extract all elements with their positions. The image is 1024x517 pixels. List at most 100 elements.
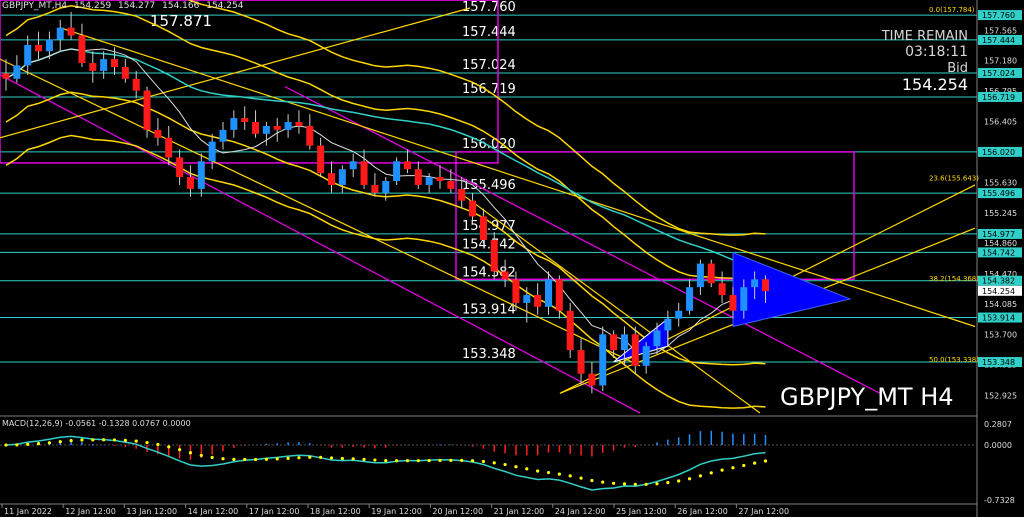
macd-signal-dot-32 bbox=[351, 457, 355, 461]
candle-31 bbox=[338, 169, 346, 185]
macd-signal-dot-19 bbox=[210, 455, 214, 460]
high-value: 154.277 bbox=[118, 1, 156, 11]
macd-tick-1: 0.0000 bbox=[984, 441, 1012, 450]
macd-signal-dot-3 bbox=[36, 442, 41, 446]
candle-5 bbox=[56, 27, 64, 40]
candle-21 bbox=[230, 118, 238, 130]
price-tag-10: 153.914 bbox=[982, 314, 1015, 323]
level-label-5: 155.496 bbox=[462, 178, 516, 193]
time-tick-1: 12 Jan 12:00 bbox=[65, 507, 116, 516]
candle-12 bbox=[132, 78, 140, 91]
fib-label-2: 38.2(154.368) bbox=[929, 275, 979, 283]
price-tag-11: 153.348 bbox=[982, 358, 1015, 367]
candle-0 bbox=[2, 73, 10, 79]
price-tick-10: 154.085 bbox=[984, 300, 1017, 309]
time-remain-value: 03:18:11 bbox=[905, 44, 968, 60]
macd-signal-dot-40 bbox=[438, 458, 442, 463]
time-tick-4: 17 Jan 12:00 bbox=[249, 507, 300, 516]
macd-signal-dot-29 bbox=[319, 455, 323, 459]
level-label-4: 156.020 bbox=[462, 137, 516, 152]
fib-label-3: 50.0(153.338) bbox=[929, 356, 979, 364]
price-chart[interactable]: 157.760 157.444 157.024 156.719 156.020 155.4… bbox=[0, 0, 1024, 517]
macd-signal-dot-48 bbox=[525, 467, 529, 471]
close-value: 154.254 bbox=[206, 1, 244, 11]
time-tick-2: 13 Jan 12:00 bbox=[126, 507, 177, 516]
macd-signal-dot-0 bbox=[4, 443, 8, 447]
candle-33 bbox=[360, 161, 368, 185]
macd-signal-dot-30 bbox=[329, 456, 334, 460]
macd-signal-dot-5 bbox=[58, 440, 62, 444]
price-tick-1: 157.565 bbox=[984, 26, 1017, 35]
macd-signal-dot-68 bbox=[742, 463, 746, 468]
macd-signal-dot-65 bbox=[709, 471, 713, 475]
candle-38 bbox=[414, 169, 422, 185]
macd-signal-dot-42 bbox=[460, 458, 464, 462]
macd-signal-dot-1 bbox=[15, 443, 19, 447]
level-label-0: 157.760 bbox=[462, 0, 516, 15]
candle-67 bbox=[729, 295, 737, 311]
candle-40 bbox=[436, 177, 444, 182]
candle-19 bbox=[208, 141, 216, 162]
macd-signal-dot-58 bbox=[633, 482, 637, 486]
macd-signal-dot-31 bbox=[340, 456, 344, 461]
macd-signal-dot-57 bbox=[622, 482, 627, 486]
macd-signal-dot-27 bbox=[297, 456, 301, 460]
candle-23 bbox=[252, 122, 260, 134]
candle-50 bbox=[545, 279, 552, 307]
candle-45 bbox=[490, 239, 498, 272]
macd-signal-dot-47 bbox=[514, 465, 518, 469]
candle-48 bbox=[523, 295, 531, 303]
candle-4 bbox=[45, 39, 53, 52]
price-tick-2: 157.180 bbox=[984, 57, 1017, 66]
candle-36 bbox=[393, 161, 401, 182]
macd-signal-dot-26 bbox=[286, 456, 290, 460]
macd-signal-dot-70 bbox=[763, 459, 768, 463]
macd-line bbox=[5, 435, 766, 491]
macd-signal-dot-36 bbox=[395, 459, 399, 463]
candle-1 bbox=[13, 65, 21, 79]
candle-6 bbox=[67, 27, 75, 36]
macd-signal-dot-55 bbox=[601, 480, 605, 484]
price-tag-9: 154.254 bbox=[982, 287, 1015, 296]
candle-65 bbox=[707, 263, 715, 284]
fib-label-0: 0.0(157.784) bbox=[929, 6, 975, 14]
price-tag-5: 155.496 bbox=[982, 189, 1015, 198]
price-tick-7: 155.245 bbox=[984, 209, 1017, 218]
candle-30 bbox=[328, 173, 335, 185]
price-tag-7: 154.742 bbox=[982, 248, 1015, 257]
candle-14 bbox=[154, 129, 162, 138]
time-remain-label: TIME REMAIN bbox=[881, 29, 968, 44]
time-tick-0: 11 Jan 2022 bbox=[4, 507, 52, 516]
symbol-timeframe: GBPJPY_MT,H4 bbox=[2, 1, 68, 11]
moving-average-fast bbox=[5, 48, 766, 356]
candle-68 bbox=[740, 287, 748, 311]
macd-signal-dot-53 bbox=[579, 476, 583, 480]
macd-signal-dot-23 bbox=[253, 457, 258, 462]
time-tick-10: 25 Jan 12:00 bbox=[616, 507, 667, 516]
fib-label-1: 23.6(155.643) bbox=[929, 175, 979, 183]
macd-signal-dot-18 bbox=[199, 453, 203, 458]
macd-signal-dot-24 bbox=[264, 457, 268, 461]
time-tick-6: 19 Jan 12:00 bbox=[371, 507, 422, 516]
chart-window[interactable]: 157.760 157.444 157.024 156.719 156.020 155.4… bbox=[0, 0, 1024, 517]
macd-signal-dot-35 bbox=[384, 459, 388, 463]
candle-17 bbox=[186, 177, 194, 189]
macd-signal-dot-37 bbox=[405, 459, 410, 463]
macd-signal-dot-4 bbox=[47, 441, 52, 445]
macd-signal-dot-17 bbox=[188, 451, 193, 455]
macd-signal-dot-69 bbox=[753, 461, 757, 465]
band-lower bbox=[5, 91, 766, 366]
candle-43 bbox=[469, 200, 477, 217]
candle-61 bbox=[664, 318, 672, 331]
channel-line-upper bbox=[284, 86, 881, 394]
candle-20 bbox=[219, 129, 227, 142]
macd-signal-dot-41 bbox=[449, 458, 453, 462]
candle-58 bbox=[631, 334, 639, 366]
macd-signal-dot-25 bbox=[275, 457, 279, 461]
price-tag-0: 157.760 bbox=[982, 11, 1015, 20]
time-tick-11: 26 Jan 12:00 bbox=[677, 507, 728, 516]
macd-signal-dot-66 bbox=[720, 468, 724, 472]
candle-11 bbox=[121, 66, 129, 79]
candle-59 bbox=[642, 346, 650, 366]
candle-55 bbox=[599, 334, 607, 386]
